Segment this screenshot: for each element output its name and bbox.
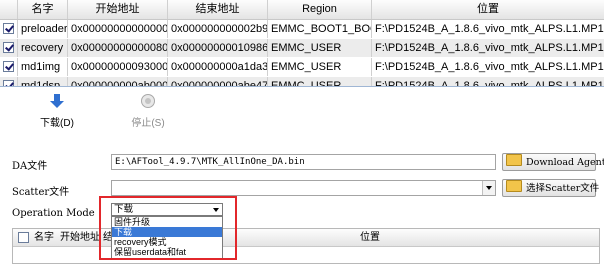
folder-icon bbox=[506, 180, 522, 192]
download-agent-button-label: Download Agent bbox=[526, 157, 604, 168]
partition-cell-end: 0x000000000a1da34f bbox=[168, 58, 268, 76]
row-check-cell bbox=[0, 20, 18, 38]
stop-circle-icon bbox=[141, 94, 155, 108]
row-check-cell bbox=[0, 39, 18, 57]
partition-row[interactable]: preloader0x00000000000000000x00000000000… bbox=[0, 20, 604, 38]
header-name[interactable]: 名字 bbox=[18, 0, 68, 19]
annotation-highlight-box bbox=[99, 196, 237, 260]
partition-cell-name: preloader bbox=[18, 20, 68, 38]
partition-cell-begin: 0x0000000009300000 bbox=[68, 58, 168, 76]
header-check-cell bbox=[0, 0, 18, 19]
partition-table-header: 名字 开始地址 结束地址 Region 位置 bbox=[0, 0, 604, 20]
partition-cell-name: recovery bbox=[18, 39, 68, 57]
partition-cell-location: F:\PD1524B_A_1.8.6_vivo_mtk_ALPS.L1.MP10… bbox=[375, 42, 604, 54]
partition-cell-end: 0x000000000002b9c7 bbox=[168, 20, 268, 38]
partition-row[interactable]: recovery0x00000000000080000x000000000109… bbox=[0, 39, 604, 57]
down-arrow-icon bbox=[50, 94, 64, 108]
download-agent-button[interactable]: Download Agent bbox=[502, 153, 604, 171]
partition-cell-name: md1img bbox=[18, 58, 68, 76]
scatter-file-combo[interactable] bbox=[111, 180, 496, 196]
partition-cell-location: F:\PD1524B_A_1.8.6_vivo_mtk_ALPS.L1.MP10… bbox=[375, 23, 604, 35]
select-scatter-button-label: 选择Scatter文件 bbox=[526, 183, 600, 194]
download-panel: 下载(D) 停止(S) DA文件 E:\AFTool_4.9.7\MTK_All… bbox=[0, 86, 604, 264]
scatter-file-label: Scatter文件 bbox=[12, 187, 70, 198]
partition-cell-end: 0x000000000109862f bbox=[168, 39, 268, 57]
header-location[interactable]: 位置 bbox=[372, 0, 604, 19]
partition-checkbox[interactable] bbox=[3, 42, 14, 53]
stop-button-label: 停止(S) bbox=[131, 118, 165, 129]
partition-row[interactable]: md1img0x00000000093000000x000000000a1da3… bbox=[0, 58, 604, 76]
partition-cell-region: EMMC_USER bbox=[268, 39, 372, 57]
download-button[interactable]: 下载(D) bbox=[32, 93, 82, 129]
operation-mode-label: Operation Mode bbox=[12, 208, 95, 219]
header-end-address[interactable]: 结束地址 bbox=[168, 0, 268, 19]
partition-cell-begin: 0x0000000000000000 bbox=[68, 20, 168, 38]
stop-button[interactable]: 停止(S) bbox=[123, 93, 173, 129]
partition-checkbox[interactable] bbox=[3, 23, 14, 34]
partition-table: 名字 开始地址 结束地址 Region 位置 preloader 0x000000… bbox=[0, 0, 604, 90]
partition-cell-begin: 0x0000000000008000 bbox=[68, 39, 168, 57]
da-file-path-field[interactable]: E:\AFTool_4.9.7\MTK_AllInOne_DA.bin bbox=[111, 154, 496, 170]
partition-cell-region: EMMC_BOOT1_BOOT2 bbox=[268, 20, 372, 38]
partition-cell-region: EMMC_USER bbox=[268, 58, 372, 76]
chevron-down-icon[interactable] bbox=[482, 181, 495, 195]
partition-cell-location: F:\PD1524B_A_1.8.6_vivo_mtk_ALPS.L1.MP10… bbox=[375, 61, 604, 73]
da-file-label: DA文件 bbox=[12, 161, 48, 172]
row-check-cell bbox=[0, 58, 18, 76]
header-region[interactable]: Region bbox=[268, 0, 372, 19]
download-button-label: 下载(D) bbox=[40, 118, 74, 129]
select-all-checkbox[interactable] bbox=[18, 232, 29, 243]
file-table-header-location[interactable]: 位置 bbox=[360, 229, 380, 246]
file-table-header-name[interactable]: 名字 bbox=[34, 229, 54, 246]
folder-icon bbox=[506, 154, 522, 166]
file-table-header-begin[interactable]: 开始地址 bbox=[60, 229, 100, 246]
select-scatter-button[interactable]: 选择Scatter文件 bbox=[502, 179, 600, 197]
partition-checkbox[interactable] bbox=[3, 61, 14, 72]
header-begin-address[interactable]: 开始地址 bbox=[68, 0, 168, 19]
